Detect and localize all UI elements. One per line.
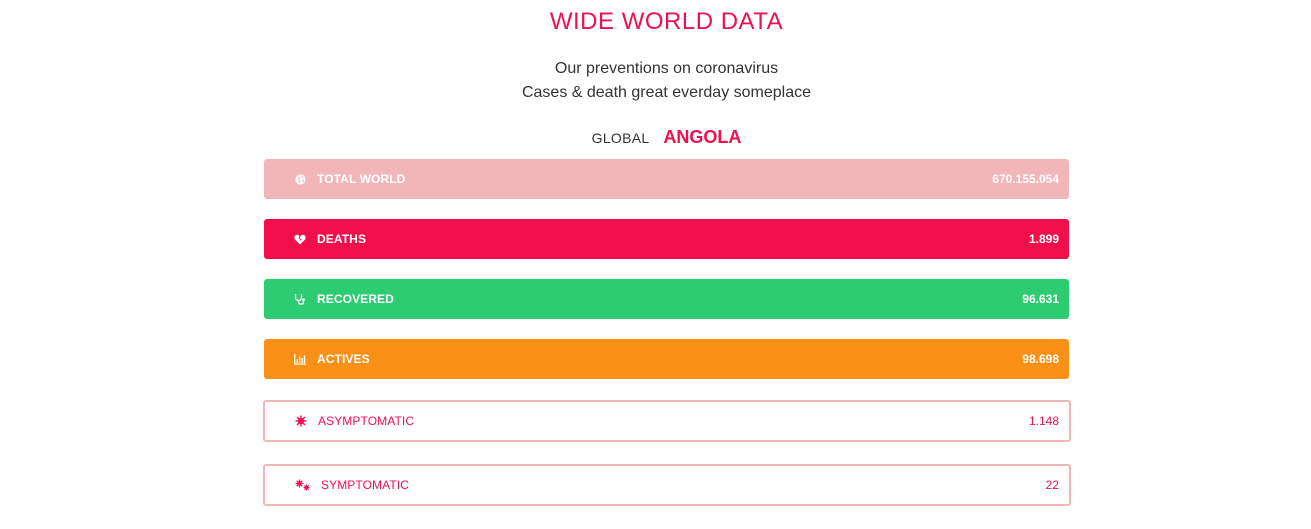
globe-icon: [294, 173, 306, 185]
total-world-value: 670.155.054: [992, 172, 1059, 186]
symptomatic-bar[interactable]: SYMPTOMATIC 22: [263, 464, 1071, 506]
asymptomatic-bar[interactable]: ASYMPTOMATIC 1.148: [263, 400, 1071, 442]
viruses-icon: [295, 479, 311, 491]
recovered-value: 96.631: [1022, 292, 1059, 306]
deaths-label: DEATHS: [317, 232, 367, 246]
symptomatic-value: 22: [1045, 478, 1059, 492]
subtitle-line-2: Cases & death great everday someplace: [521, 84, 812, 101]
total-world-bar[interactable]: TOTAL WORLD 670.155.054: [264, 159, 1069, 199]
actives-value: 98.698: [1022, 352, 1059, 366]
symptomatic-label: SYMPTOMATIC: [321, 478, 409, 492]
subtitle-line-1: Our preventions on coronavirus: [554, 60, 779, 77]
deaths-bar[interactable]: DEATHS 1.899: [264, 219, 1069, 259]
page: WIDE WORLD DATA Our preventions on coron…: [0, 0, 1311, 529]
virus-icon: [295, 415, 307, 427]
page-title: WIDE WORLD DATA: [549, 8, 784, 35]
total-world-label: TOTAL WORLD: [317, 172, 406, 186]
scope-tabs: GLOBAL ANGOLA: [0, 127, 1311, 148]
recovered-label: RECOVERED: [317, 292, 394, 306]
stethoscope-icon: [294, 293, 306, 305]
asymptomatic-value: 1.148: [1028, 414, 1059, 428]
tab-global[interactable]: GLOBAL: [592, 130, 650, 146]
broken-heart-icon: [294, 233, 306, 245]
actives-label: ACTIVES: [317, 352, 370, 366]
actives-bar[interactable]: ACTIVES 98.698: [264, 339, 1069, 379]
deaths-value: 1.899: [1028, 232, 1059, 246]
bar-chart-icon: [294, 353, 306, 365]
asymptomatic-label: ASYMPTOMATIC: [318, 414, 415, 428]
recovered-bar[interactable]: RECOVERED 96.631: [264, 279, 1069, 319]
tab-country[interactable]: ANGOLA: [663, 127, 741, 147]
